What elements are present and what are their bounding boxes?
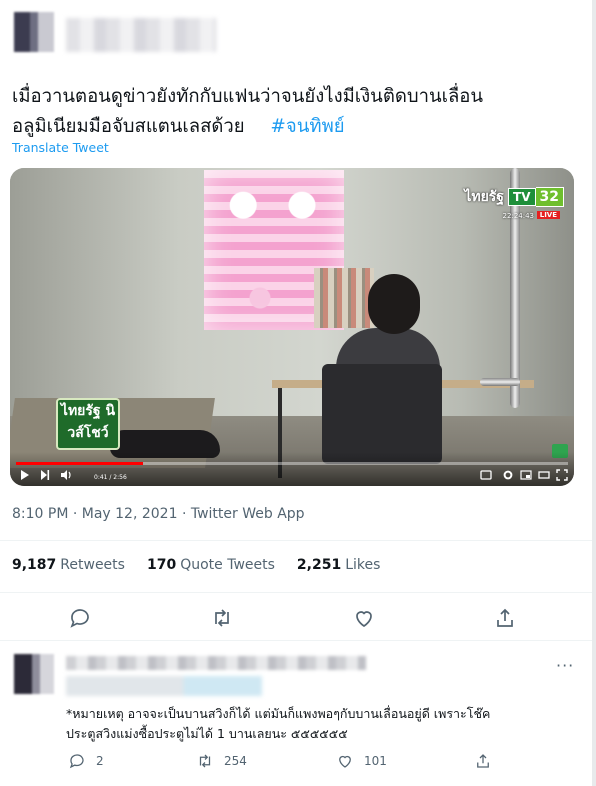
- window-edge: [592, 0, 596, 786]
- tweet-text: เมื่อวานตอนดูข่าวยังทักกับแฟนว่าจนยังไงม…: [12, 82, 572, 142]
- retweet-icon[interactable]: [210, 606, 234, 630]
- like-icon[interactable]: [352, 606, 376, 630]
- likes-count: 2,251: [296, 557, 342, 573]
- video-person-head: [368, 274, 420, 334]
- live-badge: LIVE: [536, 211, 560, 219]
- share-icon: [477, 754, 489, 768]
- author-avatar[interactable]: [14, 12, 54, 52]
- miniplayer-icon[interactable]: [520, 469, 532, 481]
- reply-share-button[interactable]: [474, 752, 492, 770]
- video-progress-fill: [16, 462, 143, 465]
- retweets-label: Retweets: [60, 557, 125, 573]
- tweet-text-line-2-body: อลูมิเนียมมือจับสแตนเลสด้วย: [12, 116, 245, 137]
- video-door-handle-bar: [480, 378, 520, 386]
- video-time: 0:41 / 2:56: [94, 474, 127, 481]
- theater-icon[interactable]: [538, 469, 550, 481]
- retweets-count: 9,187: [12, 557, 57, 573]
- video-controls: 0:41 / 2:56: [10, 452, 574, 486]
- tweet-action-bar: [0, 600, 592, 636]
- volume-icon[interactable]: [60, 469, 72, 481]
- reply-author-handle-redacted: [66, 676, 262, 696]
- reply-text-line-2: ประตูสวิงแม่งซื้อประตูไม่ได้ 1 บานเลยนะ …: [66, 726, 348, 741]
- reply-tweet[interactable]: ··· *หมายเหตุ อาจจะเป็นบานสวิงก็ได้ แต่ม…: [0, 644, 592, 786]
- author-name-redacted: [66, 18, 216, 52]
- reply-retweet-button[interactable]: 254: [196, 752, 247, 770]
- retweets-stat[interactable]: 9,187 Retweets: [12, 557, 125, 573]
- likes-label: Likes: [345, 557, 381, 573]
- quote-tweets-label: Quote Tweets: [180, 557, 275, 573]
- reply-reply-button[interactable]: 2: [68, 752, 104, 770]
- reply-like-button[interactable]: 101: [336, 752, 387, 770]
- reply-reply-count: 2: [96, 754, 104, 768]
- reply-action-bar: 2 254 101: [66, 752, 566, 772]
- quote-tweets-stat[interactable]: 170 Quote Tweets: [147, 557, 275, 573]
- translate-tweet-link[interactable]: Translate Tweet: [12, 140, 109, 155]
- channel-number: 32: [535, 187, 564, 207]
- tweet-text-line-2: อลูมิเนียมมือจับสแตนเลสด้วย #จนทิพย์: [12, 112, 572, 142]
- reply-author-name-redacted: [66, 656, 366, 670]
- divider: [0, 592, 592, 593]
- reply-retweet-count: 254: [224, 754, 247, 768]
- embedded-video-player[interactable]: ไทยรัฐ TV 32 22:24:43 LIVE ไทยรัฐ นิวส์โ…: [10, 168, 574, 486]
- divider: [0, 540, 592, 541]
- play-icon[interactable]: [20, 469, 30, 481]
- broadcast-clock: 22:24:43: [502, 212, 534, 220]
- quote-tweets-count: 170: [146, 557, 177, 573]
- fullscreen-icon[interactable]: [556, 469, 568, 481]
- like-icon: [339, 755, 351, 768]
- video-shelf: [314, 268, 374, 328]
- channel-logo: ไทยรัฐ TV 32: [464, 186, 564, 208]
- next-icon[interactable]: [40, 469, 50, 481]
- tweet-stats: 9,187 Retweets 170 Quote Tweets 2,251 Likes: [12, 557, 380, 573]
- video-chair: [322, 364, 442, 464]
- video-progress-bar[interactable]: [16, 462, 568, 465]
- likes-stat[interactable]: 2,251 Likes: [297, 557, 381, 573]
- reply-text-line-1: *หมายเหตุ อาจจะเป็นบานสวิงก็ได้ แต่มันก็…: [66, 706, 491, 721]
- reply-icon[interactable]: [68, 606, 92, 630]
- channel-name: ไทยรัฐ: [464, 189, 505, 205]
- reply-text: *หมายเหตุ อาจจะเป็นบานสวิงก็ได้ แต่มันก็…: [66, 704, 576, 744]
- hashtag-link[interactable]: #จนทิพย์: [270, 116, 344, 137]
- settings-icon[interactable]: [502, 469, 514, 481]
- reply-like-count: 101: [364, 754, 387, 768]
- share-icon[interactable]: [493, 606, 517, 630]
- tweet-timestamp[interactable]: 8:10 PM · May 12, 2021 · Twitter Web App: [12, 506, 305, 522]
- channel-tv: TV: [508, 188, 536, 206]
- tweet-text-line-1: เมื่อวานตอนดูข่าวยังทักกับแฟนว่าจนยังไงม…: [12, 86, 484, 107]
- reply-author-avatar[interactable]: [14, 654, 54, 694]
- show-logo: ไทยรัฐ นิวส์โชว์: [56, 398, 120, 450]
- reply-icon: [69, 754, 84, 769]
- tweet-author-row: [0, 0, 592, 70]
- retweet-icon: [199, 754, 211, 768]
- subtitles-icon[interactable]: [480, 469, 492, 481]
- more-icon[interactable]: ···: [556, 656, 574, 675]
- divider: [0, 640, 592, 641]
